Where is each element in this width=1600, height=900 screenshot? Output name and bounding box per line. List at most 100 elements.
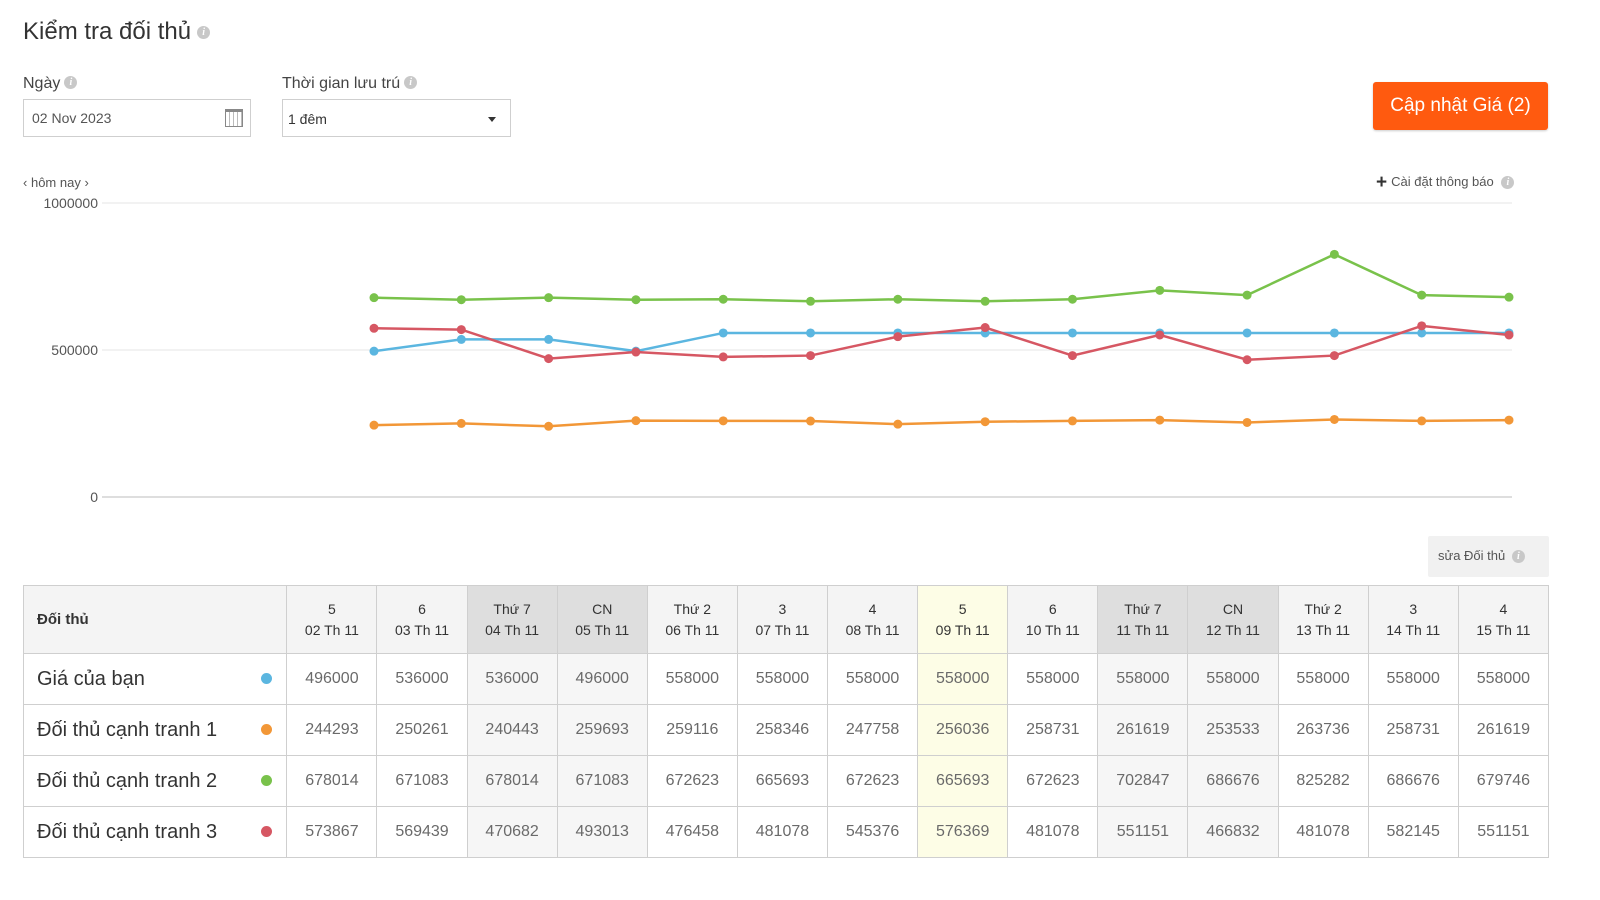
info-icon[interactable]: i [404,76,418,89]
price-cell: 569439 [376,806,468,858]
price-cell: 678014 [286,755,378,807]
data-point [1155,330,1165,340]
edit-competitors-button[interactable]: sửa Đối thủ i [1428,536,1549,577]
update-price-button[interactable]: Cập nhật Giá (2) [1373,82,1548,130]
price-cell: 558000 [646,653,738,705]
date-label: 15 Th 11 [1476,621,1531,638]
price-cell: 470682 [466,806,558,858]
competitor-table: Đối thủ 5 02 Th 11 6 03 Th 11 Thứ 7 04 Th 11 C… [22,585,1550,858]
date-label: 07 Th 11 [755,621,810,638]
price-cell: 665693 [736,755,829,807]
price-cell: 551151 [1097,806,1189,858]
series-line [373,252,1510,303]
chevron-right-icon[interactable]: › [84,175,88,190]
weekday-label: CN [1222,600,1244,617]
data-point [456,334,466,344]
data-point [806,416,816,426]
table-header-row: Đối thủ 5 02 Th 11 6 03 Th 11 Thứ 7 04 Th 11 C… [22,585,1550,654]
data-point [544,354,554,364]
date-label: 13 Th 11 [1296,621,1351,638]
data-point [980,296,990,306]
price-cell: 496000 [286,653,378,705]
data-point [369,293,379,303]
date-column-header: 6 03 Th 11 [376,585,468,654]
price-cell: 481078 [1277,806,1369,858]
price-cell: 545376 [826,806,919,858]
date-field[interactable]: 02 Nov 2023 [23,99,251,137]
series-color-dot [261,673,273,684]
price-chart: 1000000 500000 0 [43,195,1514,505]
price-cell: 558000 [917,653,1009,705]
price-cell: 558000 [1277,653,1369,705]
competitor-name-cell: Đối thủ cạnh tranh 2 [22,755,288,807]
price-cell: 672623 [826,755,919,807]
data-point [631,295,641,305]
weekday-label: 3 [1409,600,1418,617]
date-label: Ngày i [23,75,78,93]
date-label: 02 Th 11 [304,621,359,638]
competitor-column-header: Đối thủ [22,585,288,654]
date-label: 10 Th 11 [1025,621,1080,638]
date-column-header: Thứ 2 13 Th 11 [1277,585,1369,654]
stay-label-text: Thời gian lưu trú [282,75,401,92]
table-row: Đối thủ cạnh tranh 1 244293 250261 240443 25… [22,704,1550,756]
page-title-text: Kiểm tra đối thủ [23,18,192,45]
price-cell: 671083 [376,755,468,807]
data-point [1329,249,1339,259]
price-cell: 551151 [1457,806,1550,858]
today-link[interactable]: hôm nay [31,175,81,190]
price-cell: 702847 [1097,755,1189,807]
date-label: 11 Th 11 [1116,621,1170,638]
weekday-label: 6 [1048,600,1057,617]
price-cell: 263736 [1277,704,1369,756]
notify-label: Cài đặt thông báo [1391,174,1494,189]
data-point [456,295,466,305]
data-point [1329,328,1339,338]
price-cell: 466832 [1187,806,1279,858]
price-cell: 536000 [376,653,468,705]
price-cell: 253533 [1187,704,1279,756]
date-label: 14 Th 11 [1386,621,1441,638]
price-cell: 672623 [1007,755,1099,807]
date-column-header: Thứ 2 06 Th 11 [646,585,738,654]
price-cell: 686676 [1187,755,1279,807]
table-row: Đối thủ cạnh tranh 3 573867 569439 470682 49… [22,806,1550,858]
date-navigation: ‹ hôm nay › [23,174,89,190]
date-column-header: 4 15 Th 11 [1457,585,1550,654]
data-point [1155,415,1165,425]
date-column-header: 5 09 Th 11 [917,585,1009,654]
date-label: 03 Th 11 [395,621,449,638]
competitor-name-cell: Đối thủ cạnh tranh 3 [22,806,288,858]
competitor-name: Giá của bạn [37,667,145,690]
date-column-header: Thứ 7 11 Th 11 [1097,585,1189,654]
price-cell: 258731 [1367,704,1459,756]
data-point [1504,292,1514,302]
info-icon[interactable]: i [197,26,211,40]
page-title: Kiểm tra đối thủ i [23,18,211,46]
competitor-name: Đối thủ cạnh tranh 3 [37,820,218,843]
price-cell: 558000 [1007,653,1099,705]
series-color-dot [261,724,273,735]
price-cell: 573867 [286,806,378,858]
calendar-icon[interactable] [225,109,243,127]
data-point [456,325,466,335]
data-point [1329,414,1339,424]
stay-duration-select[interactable]: 1 đêm [282,99,511,137]
data-point [806,296,816,306]
date-column-header: CN 05 Th 11 [556,585,648,654]
price-cell: 825282 [1277,755,1369,807]
price-cell: 250261 [376,704,468,756]
price-cell: 493013 [556,806,648,858]
data-point [544,421,554,431]
info-icon[interactable]: i [64,76,78,89]
date-column-header: CN 12 Th 11 [1187,585,1279,654]
series-color-dot [261,826,273,837]
weekday-label: CN [592,600,613,617]
info-icon[interactable]: i [1511,550,1525,564]
info-icon[interactable]: i [1501,176,1515,190]
data-point [1504,330,1514,340]
data-point [1417,416,1427,426]
price-cell: 481078 [736,806,829,858]
price-cell: 481078 [1007,806,1099,858]
chevron-left-icon[interactable]: ‹ [23,175,27,190]
